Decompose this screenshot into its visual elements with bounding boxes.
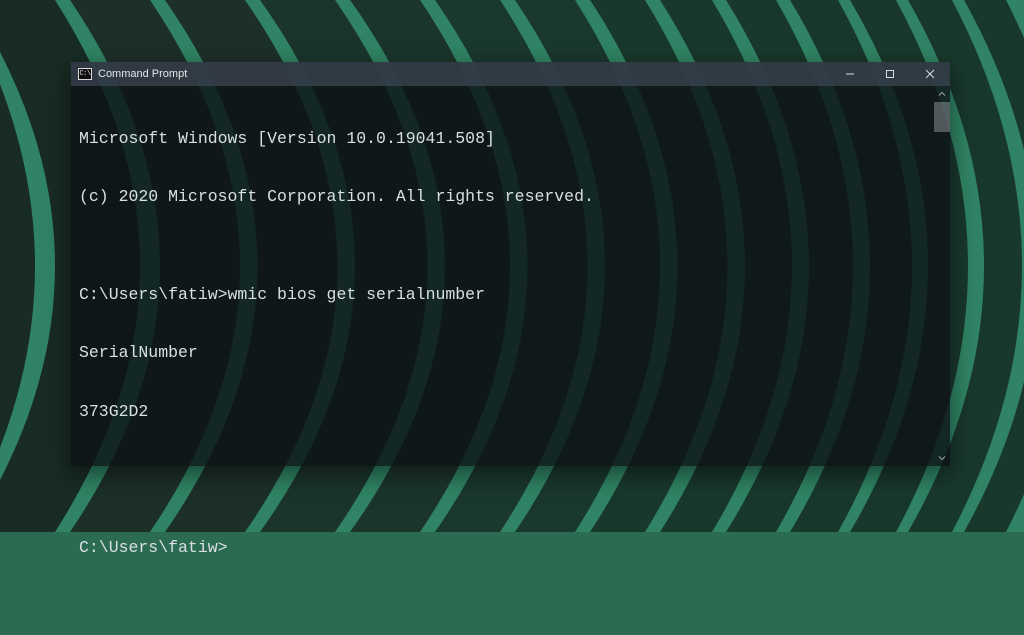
terminal-output-area[interactable]: Microsoft Windows [Version 10.0.19041.50… bbox=[71, 86, 950, 466]
maximize-button[interactable] bbox=[870, 62, 910, 86]
prompt-prefix: C:\Users\fatiw> bbox=[79, 538, 228, 557]
banner-line: (c) 2020 Microsoft Corporation. All righ… bbox=[79, 187, 950, 206]
prompt-line[interactable]: C:\Users\fatiw> bbox=[79, 538, 950, 557]
titlebar[interactable]: C:\ Command Prompt bbox=[71, 62, 950, 86]
scrollbar[interactable] bbox=[934, 86, 950, 466]
prompt-prefix: C:\Users\fatiw> bbox=[79, 285, 228, 304]
output-header: SerialNumber bbox=[79, 343, 950, 362]
minimize-button[interactable] bbox=[830, 62, 870, 86]
prompt-line: C:\Users\fatiw>wmic bios get serialnumbe… bbox=[79, 285, 950, 304]
scroll-down-icon[interactable] bbox=[934, 450, 950, 466]
typed-command: wmic bios get serialnumber bbox=[228, 285, 485, 304]
scroll-up-icon[interactable] bbox=[934, 86, 950, 102]
output-value: 373G2D2 bbox=[79, 402, 950, 421]
close-button[interactable] bbox=[910, 62, 950, 86]
banner-line: Microsoft Windows [Version 10.0.19041.50… bbox=[79, 129, 950, 148]
window-title: Command Prompt bbox=[98, 68, 187, 80]
cmd-icon: C:\ bbox=[78, 68, 92, 80]
scroll-thumb[interactable] bbox=[934, 102, 950, 132]
command-prompt-window: C:\ Command Prompt Microsoft Windows [Ve… bbox=[71, 62, 950, 466]
